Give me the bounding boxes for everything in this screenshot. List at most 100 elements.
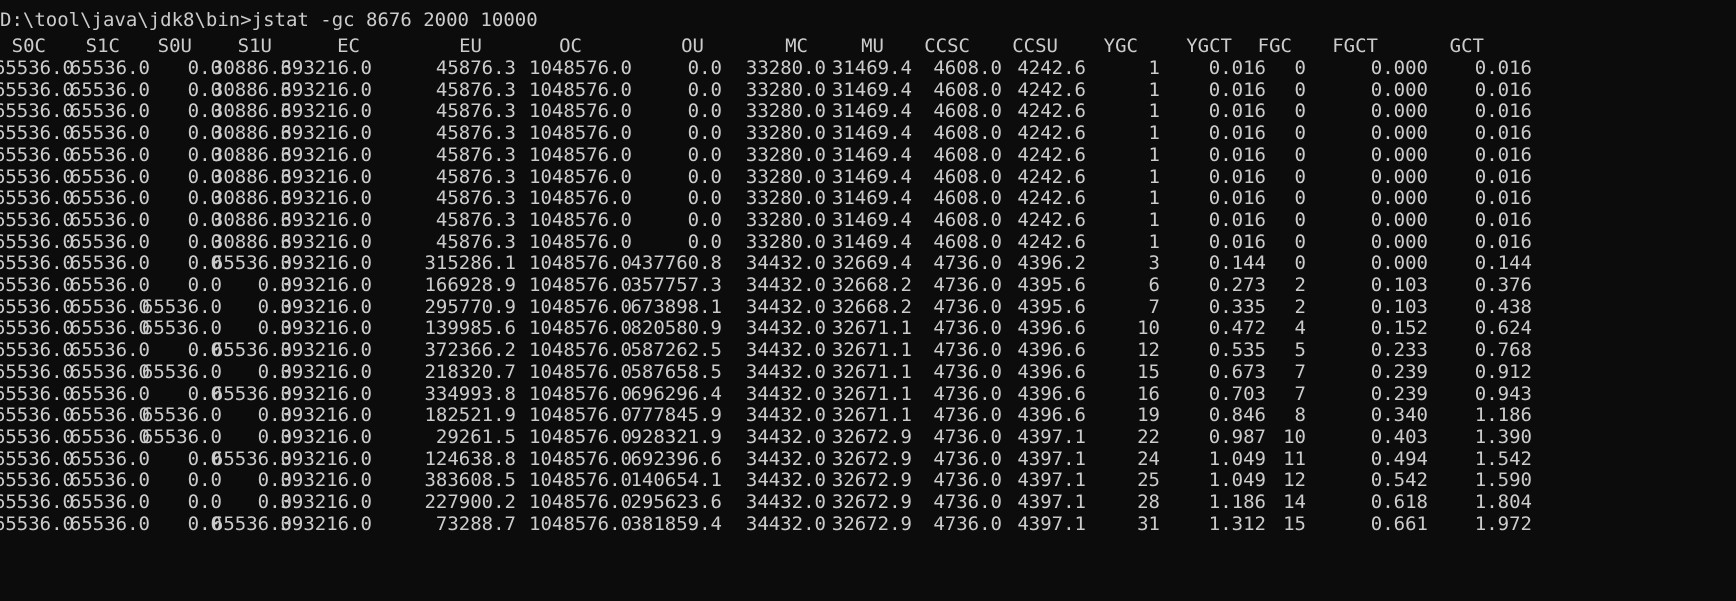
cell-ccsc: 4736.0 [933,447,1002,470]
cell-ec: 393216.0 [280,425,372,448]
cell-ccsu: 4242.6 [1017,230,1086,253]
cell-oc: 1048576.0 [529,230,632,253]
cell-ou: 0.0 [687,57,722,79]
cell-ou: 928321.9 [630,425,722,448]
cell-oc: 1048576.0 [529,447,632,470]
cell-ccsc: 4608.0 [933,208,1002,231]
cell-ec: 393216.0 [280,447,372,470]
cell-ou: 381859.4 [630,512,722,535]
cell-fgc: 10 [1283,425,1306,448]
cell-ygct: 1.049 [1208,447,1266,470]
cell-fgc: 12 [1283,469,1306,492]
cell-mc: 33280.0 [745,122,826,145]
cell-mu: 31469.4 [831,57,912,79]
cell-mu: 31469.4 [831,78,912,101]
cell-ec: 393216.0 [280,317,372,340]
cell-ccsu: 4242.6 [1017,165,1086,188]
cell-s0c: 65536.0 [0,317,74,340]
cell-ygct: 0.016 [1208,187,1266,210]
cell-mc: 33280.0 [745,208,826,231]
cell-ccsc: 4608.0 [933,165,1002,188]
cell-mu: 31469.4 [831,165,912,188]
cell-s0c: 65536.0 [0,382,74,405]
cell-ygct: 1.312 [1208,512,1266,535]
cell-ccsu: 4242.6 [1017,208,1086,231]
cell-oc: 1048576.0 [529,491,632,513]
cell-ccsc: 4608.0 [933,57,1002,79]
cell-ygct: 0.016 [1208,143,1266,166]
cell-ccsc: 4736.0 [933,252,1002,275]
cell-fgc: 15 [1283,512,1306,535]
cell-mc: 33280.0 [745,78,826,101]
cell-fgc: 0 [1294,57,1306,79]
cell-s1c: 65536.0 [69,425,150,448]
cell-ygc: 16 [1137,382,1160,405]
cell-ccsu: 4242.6 [1017,57,1086,79]
cell-eu: 45876.3 [435,208,516,231]
output-row: 65536.0 65536.0 65536.0 0.0 393216.0 29261.5 1… [0,425,1736,449]
cell-oc: 1048576.0 [529,252,632,275]
cell-ygc: 10 [1137,317,1160,340]
cell-mu: 32671.1 [831,382,912,405]
output-row: 65536.0 65536.0 0.0 30886.6 393216.0 45876.3 1… [0,56,1736,80]
cell-ccsc: 4736.0 [933,425,1002,448]
cell-ygct: 0.016 [1208,78,1266,101]
cell-ec: 393216.0 [280,295,372,318]
output-row: 65536.0 65536.0 0.0 0.0 393216.0 166928.9 1048… [0,273,1736,297]
cell-s1c: 65536.0 [69,274,150,296]
cell-ygct: 0.016 [1208,230,1266,253]
cell-gct: 0.016 [1474,78,1532,101]
header-ec: EC [337,35,360,57]
cell-ec: 393216.0 [280,404,372,427]
cell-ec: 393216.0 [280,382,372,405]
cell-eu: 182521.9 [424,404,516,427]
cell-s1c: 65536.0 [69,295,150,318]
cell-ygct: 0.703 [1208,382,1266,405]
cell-eu: 45876.3 [435,165,516,188]
cell-eu: 227900.2 [424,491,516,513]
cell-gct: 0.016 [1474,187,1532,210]
cell-s1c: 65536.0 [69,230,150,253]
cell-mc: 33280.0 [745,165,826,188]
cell-mc: 34432.0 [745,491,826,513]
cell-s0c: 65536.0 [0,447,74,470]
cell-ccsu: 4242.6 [1017,143,1086,166]
cell-ccsu: 4396.6 [1017,382,1086,405]
cell-s1c: 65536.0 [69,122,150,145]
cell-ccsu: 4397.1 [1017,491,1086,513]
header-s0u: S0U [157,35,192,57]
cell-s0u: 0.0 [187,469,222,492]
cell-ec: 393216.0 [280,187,372,210]
cell-eu: 45876.3 [435,230,516,253]
output-row: 65536.0 65536.0 65536.0 0.0 393216.0 218320.7… [0,360,1736,384]
cell-ccsc: 4736.0 [933,404,1002,427]
header-fgc: FGC [1257,35,1292,57]
cell-ygc: 31 [1137,512,1160,535]
cell-fgct: 0.239 [1370,360,1428,383]
cell-ccsc: 4736.0 [933,469,1002,492]
cell-ccsc: 4608.0 [933,143,1002,166]
cell-ygct: 0.016 [1208,100,1266,123]
cell-ccsc: 4736.0 [933,512,1002,535]
console-window[interactable]: D:\tool\java\jdk8\bin>jstat -gc 8676 200… [0,0,1736,601]
cell-mu: 32671.1 [831,360,912,383]
cell-ccsc: 4608.0 [933,122,1002,145]
cell-s0c: 65536.0 [0,57,74,79]
output-row: 65536.0 65536.0 0.0 65536.0 393216.0 124638.8… [0,447,1736,471]
cell-ccsu: 4242.6 [1017,122,1086,145]
cell-s1c: 65536.0 [69,187,150,210]
cell-ccsc: 4736.0 [933,339,1002,362]
cell-mc: 34432.0 [745,339,826,362]
cell-mu: 32671.1 [831,339,912,362]
cell-ou: 777845.9 [630,404,722,427]
cell-fgct: 0.000 [1370,78,1428,101]
header-oc: OC [559,35,582,57]
cell-s0c: 65536.0 [0,100,74,123]
cell-mu: 31469.4 [831,100,912,123]
cell-mc: 34432.0 [745,360,826,383]
cell-oc: 1048576.0 [529,512,632,535]
cell-s0c: 65536.0 [0,491,74,513]
cell-ccsu: 4242.6 [1017,100,1086,123]
cell-s1c: 65536.0 [69,252,150,275]
cell-eu: 29261.5 [435,425,516,448]
